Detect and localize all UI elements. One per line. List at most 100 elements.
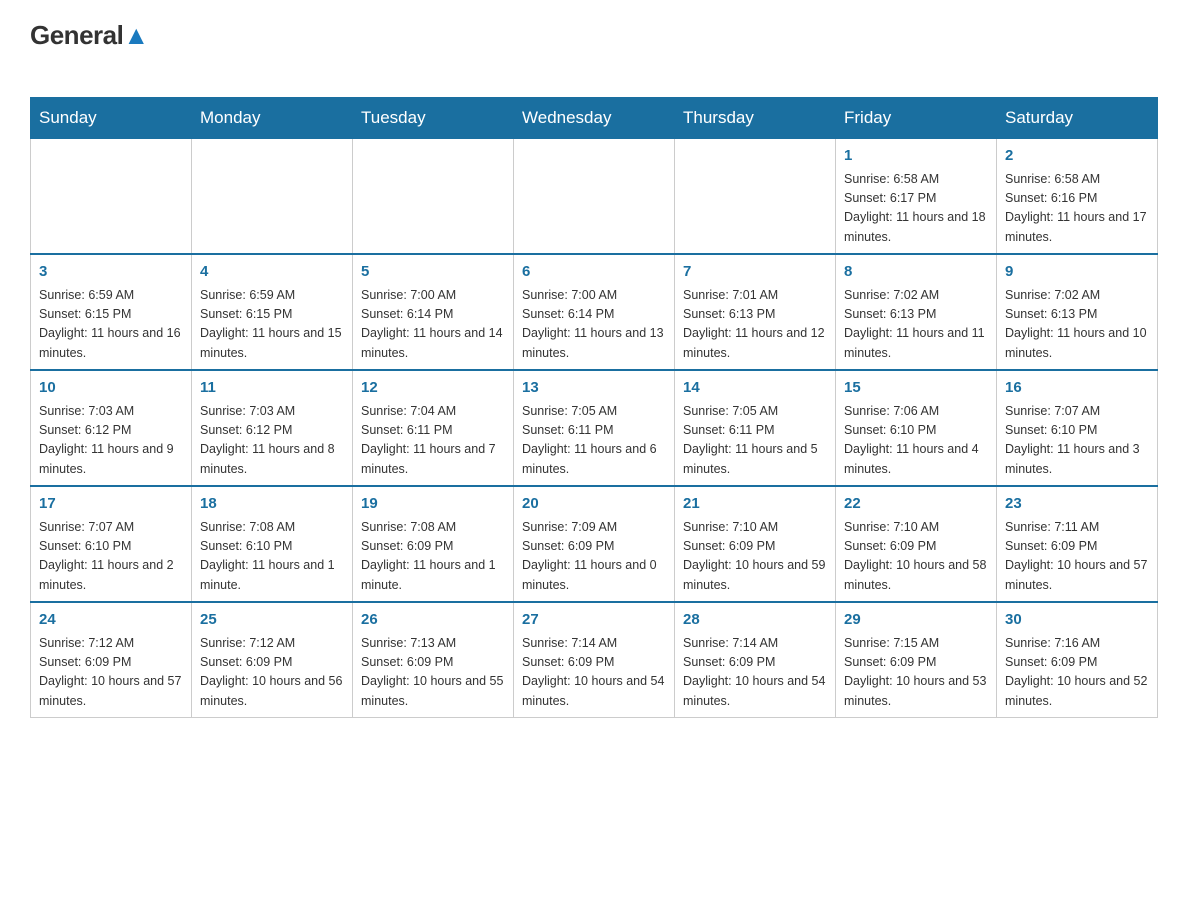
day-info: Sunrise: 7:05 AMSunset: 6:11 PMDaylight:… xyxy=(683,402,827,480)
day-number: 15 xyxy=(844,377,988,400)
calendar-cell xyxy=(675,139,836,255)
calendar-cell: 26Sunrise: 7:13 AMSunset: 6:09 PMDayligh… xyxy=(353,602,514,718)
day-number: 14 xyxy=(683,377,827,400)
day-info: Sunrise: 7:09 AMSunset: 6:09 PMDaylight:… xyxy=(522,518,666,596)
day-number: 11 xyxy=(200,377,344,400)
calendar-table: SundayMondayTuesdayWednesdayThursdayFrid… xyxy=(30,97,1158,718)
day-info: Sunrise: 7:15 AMSunset: 6:09 PMDaylight:… xyxy=(844,634,988,712)
calendar-cell: 17Sunrise: 7:07 AMSunset: 6:10 PMDayligh… xyxy=(31,486,192,602)
weekday-header-wednesday: Wednesday xyxy=(514,98,675,139)
weekday-header-thursday: Thursday xyxy=(675,98,836,139)
day-info: Sunrise: 7:02 AMSunset: 6:13 PMDaylight:… xyxy=(844,286,988,364)
day-info: Sunrise: 7:01 AMSunset: 6:13 PMDaylight:… xyxy=(683,286,827,364)
day-number: 10 xyxy=(39,377,183,400)
day-number: 20 xyxy=(522,493,666,516)
calendar-cell: 1Sunrise: 6:58 AMSunset: 6:17 PMDaylight… xyxy=(836,139,997,255)
day-number: 1 xyxy=(844,145,988,168)
calendar-cell: 22Sunrise: 7:10 AMSunset: 6:09 PMDayligh… xyxy=(836,486,997,602)
day-info: Sunrise: 7:07 AMSunset: 6:10 PMDaylight:… xyxy=(39,518,183,596)
weekday-header-row: SundayMondayTuesdayWednesdayThursdayFrid… xyxy=(31,98,1158,139)
calendar-cell: 11Sunrise: 7:03 AMSunset: 6:12 PMDayligh… xyxy=(192,370,353,486)
calendar-cell xyxy=(514,139,675,255)
calendar-cell: 4Sunrise: 6:59 AMSunset: 6:15 PMDaylight… xyxy=(192,254,353,370)
day-number: 13 xyxy=(522,377,666,400)
day-info: Sunrise: 7:13 AMSunset: 6:09 PMDaylight:… xyxy=(361,634,505,712)
calendar-cell: 30Sunrise: 7:16 AMSunset: 6:09 PMDayligh… xyxy=(997,602,1158,718)
day-number: 6 xyxy=(522,261,666,284)
calendar-cell: 29Sunrise: 7:15 AMSunset: 6:09 PMDayligh… xyxy=(836,602,997,718)
day-info: Sunrise: 7:12 AMSunset: 6:09 PMDaylight:… xyxy=(200,634,344,712)
calendar-cell: 28Sunrise: 7:14 AMSunset: 6:09 PMDayligh… xyxy=(675,602,836,718)
calendar-week-1: 1Sunrise: 6:58 AMSunset: 6:17 PMDaylight… xyxy=(31,139,1158,255)
day-number: 22 xyxy=(844,493,988,516)
calendar-cell: 7Sunrise: 7:01 AMSunset: 6:13 PMDaylight… xyxy=(675,254,836,370)
day-info: Sunrise: 7:00 AMSunset: 6:14 PMDaylight:… xyxy=(361,286,505,364)
calendar-cell: 13Sunrise: 7:05 AMSunset: 6:11 PMDayligh… xyxy=(514,370,675,486)
calendar-week-4: 17Sunrise: 7:07 AMSunset: 6:10 PMDayligh… xyxy=(31,486,1158,602)
day-number: 30 xyxy=(1005,609,1149,632)
day-info: Sunrise: 7:06 AMSunset: 6:10 PMDaylight:… xyxy=(844,402,988,480)
logo-text: General▲ xyxy=(30,20,149,51)
day-info: Sunrise: 7:10 AMSunset: 6:09 PMDaylight:… xyxy=(683,518,827,596)
day-info: Sunrise: 7:08 AMSunset: 6:09 PMDaylight:… xyxy=(361,518,505,596)
weekday-header-saturday: Saturday xyxy=(997,98,1158,139)
day-info: Sunrise: 7:03 AMSunset: 6:12 PMDaylight:… xyxy=(39,402,183,480)
calendar-cell: 20Sunrise: 7:09 AMSunset: 6:09 PMDayligh… xyxy=(514,486,675,602)
calendar-week-5: 24 Sunrise: 7:12 AMSunset: 6:09 PMDayligh… xyxy=(31,602,1158,718)
day-info: Sunrise: 6:58 AMSunset: 6:16 PMDaylight:… xyxy=(1005,170,1149,248)
weekday-header-sunday: Sunday xyxy=(31,98,192,139)
calendar-cell: 14Sunrise: 7:05 AMSunset: 6:11 PMDayligh… xyxy=(675,370,836,486)
calendar-cell: 2Sunrise: 6:58 AMSunset: 6:16 PMDaylight… xyxy=(997,139,1158,255)
logo-general: General▲ xyxy=(30,20,149,50)
day-number: 28 xyxy=(683,609,827,632)
calendar-cell: 18Sunrise: 7:08 AMSunset: 6:10 PMDayligh… xyxy=(192,486,353,602)
page-header: General▲ xyxy=(30,20,1158,77)
day-info: Sunrise: 6:58 AMSunset: 6:17 PMDaylight:… xyxy=(844,170,988,248)
calendar-cell: 15Sunrise: 7:06 AMSunset: 6:10 PMDayligh… xyxy=(836,370,997,486)
calendar-cell: 21Sunrise: 7:10 AMSunset: 6:09 PMDayligh… xyxy=(675,486,836,602)
day-info: Sunrise: 7:00 AMSunset: 6:14 PMDaylight:… xyxy=(522,286,666,364)
day-info: Sunrise: 7:05 AMSunset: 6:11 PMDaylight:… xyxy=(522,402,666,480)
calendar-cell: 5Sunrise: 7:00 AMSunset: 6:14 PMDaylight… xyxy=(353,254,514,370)
day-number: 2 xyxy=(1005,145,1149,168)
day-number: 4 xyxy=(200,261,344,284)
day-info: Sunrise: 7:14 AMSunset: 6:09 PMDaylight:… xyxy=(683,634,827,712)
calendar-cell xyxy=(192,139,353,255)
day-info: Sunrise: 7:07 AMSunset: 6:10 PMDaylight:… xyxy=(1005,402,1149,480)
day-number: 21 xyxy=(683,493,827,516)
day-number: 26 xyxy=(361,609,505,632)
calendar-week-2: 3Sunrise: 6:59 AMSunset: 6:15 PMDaylight… xyxy=(31,254,1158,370)
calendar-cell xyxy=(353,139,514,255)
calendar-cell: 23Sunrise: 7:11 AMSunset: 6:09 PMDayligh… xyxy=(997,486,1158,602)
day-info: Sunrise: 7:14 AMSunset: 6:09 PMDaylight:… xyxy=(522,634,666,712)
day-info: Sunrise: 7:11 AMSunset: 6:09 PMDaylight:… xyxy=(1005,518,1149,596)
day-number: 29 xyxy=(844,609,988,632)
day-number: 8 xyxy=(844,261,988,284)
logo: General▲ xyxy=(30,20,149,77)
day-number: 17 xyxy=(39,493,183,516)
day-number: 5 xyxy=(361,261,505,284)
day-number: 24 xyxy=(39,609,183,632)
weekday-header-monday: Monday xyxy=(192,98,353,139)
calendar-cell: 16Sunrise: 7:07 AMSunset: 6:10 PMDayligh… xyxy=(997,370,1158,486)
calendar-cell: 12Sunrise: 7:04 AMSunset: 6:11 PMDayligh… xyxy=(353,370,514,486)
day-info: Sunrise: 7:03 AMSunset: 6:12 PMDaylight:… xyxy=(200,402,344,480)
calendar-cell: 8Sunrise: 7:02 AMSunset: 6:13 PMDaylight… xyxy=(836,254,997,370)
day-number: 19 xyxy=(361,493,505,516)
day-number: 18 xyxy=(200,493,344,516)
calendar-cell: 19Sunrise: 7:08 AMSunset: 6:09 PMDayligh… xyxy=(353,486,514,602)
day-info: Sunrise: 7:10 AMSunset: 6:09 PMDaylight:… xyxy=(844,518,988,596)
day-number: 27 xyxy=(522,609,666,632)
day-info: Sunrise: 7:02 AMSunset: 6:13 PMDaylight:… xyxy=(1005,286,1149,364)
day-number: 3 xyxy=(39,261,183,284)
day-number: 7 xyxy=(683,261,827,284)
calendar-cell: 24Sunrise: 7:12 AMSunset: 6:09 PMDayligh… xyxy=(31,602,192,718)
logo-blue-text xyxy=(30,51,48,77)
day-info: Sunrise: 6:59 AMSunset: 6:15 PMDaylight:… xyxy=(39,286,183,364)
calendar-cell: 9Sunrise: 7:02 AMSunset: 6:13 PMDaylight… xyxy=(997,254,1158,370)
day-info: Sunrise: 7:16 AMSunset: 6:09 PMDaylight:… xyxy=(1005,634,1149,712)
day-number: 16 xyxy=(1005,377,1149,400)
calendar-cell: 10Sunrise: 7:03 AMSunset: 6:12 PMDayligh… xyxy=(31,370,192,486)
calendar-cell: 6Sunrise: 7:00 AMSunset: 6:14 PMDaylight… xyxy=(514,254,675,370)
day-info: Sunrise: 6:59 AMSunset: 6:15 PMDaylight:… xyxy=(200,286,344,364)
